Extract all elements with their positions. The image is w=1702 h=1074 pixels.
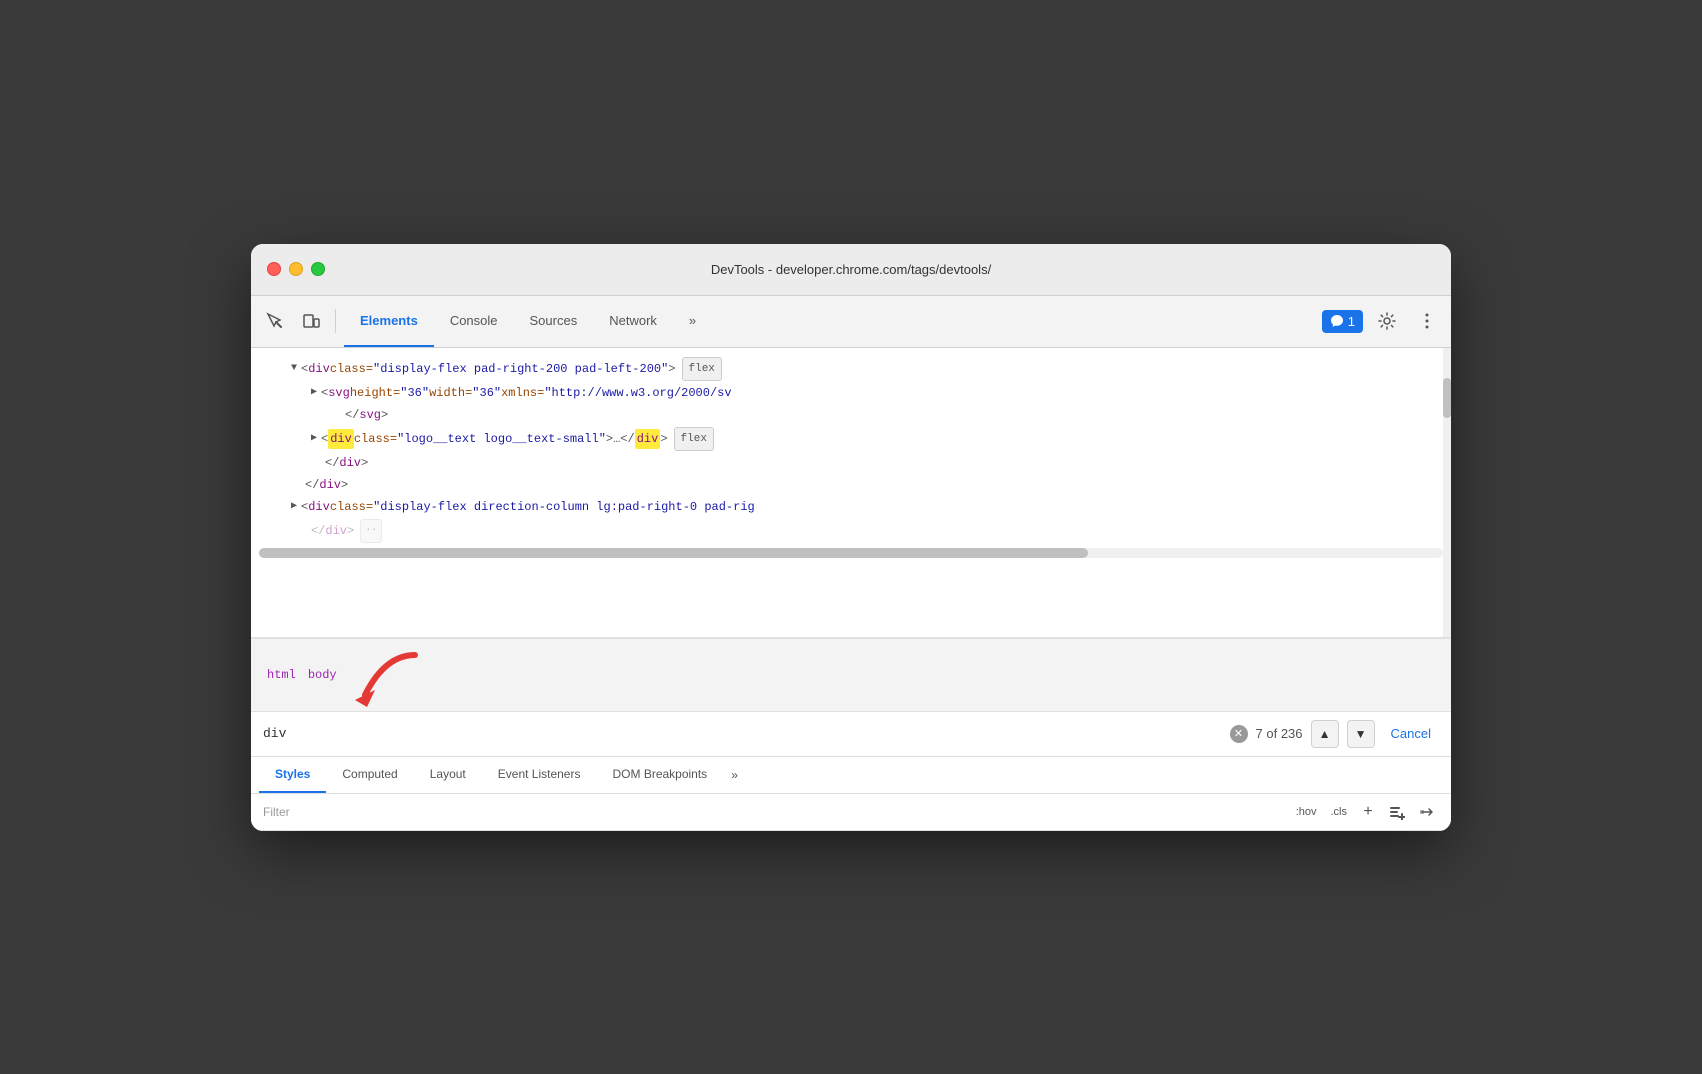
tab-event-listeners[interactable]: Event Listeners [482, 757, 597, 793]
html-pane: ▼ <div class="display-flex pad-right-200… [251, 348, 1451, 638]
styles-more[interactable]: » [723, 757, 746, 793]
html-line[interactable]: ▶ <svg height="36" width="36" xmlns="htt… [251, 382, 1451, 404]
html-line[interactable]: ▶ <div class="display-flex direction-col… [251, 496, 1451, 518]
new-style-rule-icon-button[interactable] [1385, 800, 1409, 824]
tab-layout[interactable]: Layout [414, 757, 482, 793]
expand-arrow[interactable]: ▶ [311, 429, 317, 449]
html-line[interactable]: ▶ <div class="logo__text logo__text-smal… [251, 426, 1451, 452]
devtools-toolbar: Elements Console Sources Network » 1 [251, 296, 1451, 348]
horizontal-scrollbar-thumb[interactable] [259, 548, 1088, 558]
search-input[interactable] [263, 726, 1222, 741]
toolbar-divider [335, 309, 336, 333]
tab-console[interactable]: Console [434, 295, 514, 347]
vertical-scrollbar[interactable] [1443, 348, 1451, 637]
tab-network[interactable]: Network [593, 295, 673, 347]
html-line[interactable]: </div> [251, 474, 1451, 496]
expand-arrow[interactable]: ▼ [291, 359, 297, 379]
styles-panel: Styles Computed Layout Event Listeners D… [251, 757, 1451, 831]
tab-styles[interactable]: Styles [259, 757, 326, 793]
chat-count: 1 [1348, 314, 1355, 329]
breadcrumb-html[interactable]: html [263, 666, 300, 684]
tab-more[interactable]: » [673, 295, 712, 347]
tab-elements[interactable]: Elements [344, 295, 434, 347]
window-title: DevTools - developer.chrome.com/tags/dev… [711, 262, 991, 277]
filter-placeholder: Filter [263, 805, 1284, 819]
settings-icon-button[interactable] [1371, 305, 1403, 337]
toggle-element-state-icon-button[interactable] [1415, 800, 1439, 824]
minimize-button[interactable] [289, 262, 303, 276]
toolbar-right: 1 [1322, 305, 1443, 337]
search-clear-button[interactable]: ✕ [1230, 725, 1248, 743]
maximize-button[interactable] [311, 262, 325, 276]
search-count-total: of 236 [1266, 726, 1302, 741]
horizontal-scrollbar[interactable] [259, 548, 1443, 558]
tab-dom-breakpoints[interactable]: DOM Breakpoints [596, 757, 723, 793]
search-count: 7 of 236 [1256, 726, 1303, 741]
html-line[interactable]: </svg> [251, 404, 1451, 426]
inspector-icon-button[interactable] [259, 305, 291, 337]
search-bar: ✕ 7 of 236 ▲ ▼ Cancel [251, 712, 1451, 757]
html-line[interactable]: </div> ·· [251, 518, 1451, 544]
add-style-rule-button[interactable]: + [1357, 801, 1379, 823]
hov-button[interactable]: :hov [1292, 804, 1321, 820]
badge[interactable]: ·· [360, 519, 382, 543]
search-count-current: 7 [1256, 726, 1263, 741]
traffic-lights [267, 262, 325, 276]
search-prev-button[interactable]: ▲ [1311, 720, 1339, 748]
html-line[interactable]: ▼ <div class="display-flex pad-right-200… [251, 356, 1451, 382]
close-button[interactable] [267, 262, 281, 276]
flex-badge[interactable]: flex [674, 427, 714, 451]
cancel-button[interactable]: Cancel [1383, 722, 1439, 745]
styles-tabs: Styles Computed Layout Event Listeners D… [251, 757, 1451, 794]
title-bar: DevTools - developer.chrome.com/tags/dev… [251, 244, 1451, 296]
devtools-window: DevTools - developer.chrome.com/tags/dev… [251, 244, 1451, 831]
search-next-button[interactable]: ▼ [1347, 720, 1375, 748]
html-line[interactable]: </div> [251, 452, 1451, 474]
vertical-scrollbar-thumb[interactable] [1443, 378, 1451, 418]
filter-bar: Filter :hov .cls + [251, 794, 1451, 831]
tab-nav: Elements Console Sources Network » [344, 295, 1318, 347]
expand-arrow[interactable]: ▶ [291, 497, 297, 517]
flex-badge[interactable]: flex [682, 357, 722, 381]
filter-actions: :hov .cls + [1292, 800, 1439, 824]
cls-button[interactable]: .cls [1327, 804, 1352, 820]
more-options-icon-button[interactable] [1411, 305, 1443, 337]
arrow-annotation [355, 645, 475, 705]
expand-arrow[interactable]: ▶ [311, 383, 317, 403]
tab-computed[interactable]: Computed [326, 757, 413, 793]
breadcrumb-body[interactable]: body [304, 666, 341, 684]
chat-badge[interactable]: 1 [1322, 310, 1363, 333]
tab-sources[interactable]: Sources [514, 295, 594, 347]
device-toolbar-icon-button[interactable] [295, 305, 327, 337]
breadcrumb-bar: html body [251, 638, 1451, 712]
